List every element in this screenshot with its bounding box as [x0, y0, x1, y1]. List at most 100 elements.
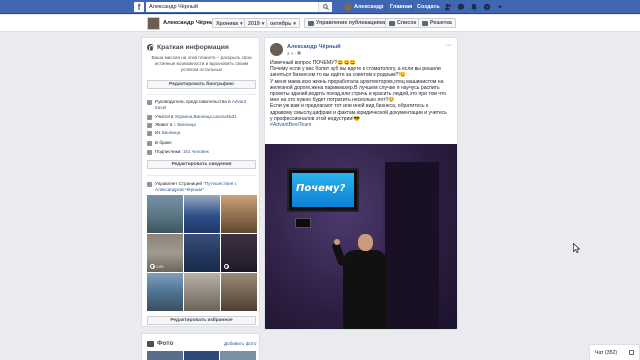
photo-thumb[interactable]: [147, 351, 183, 360]
tv-display: Почему?: [292, 173, 354, 207]
chat-settings-icon[interactable]: [629, 350, 634, 355]
featured-photo[interactable]: [147, 195, 183, 233]
list-icon: [389, 20, 395, 26]
photos-card: Фото Добавить фото: [141, 333, 260, 360]
location-icon: [147, 130, 152, 136]
grid-view-button[interactable]: Решетка: [418, 18, 456, 28]
photo-plaque: [295, 218, 311, 228]
profile-name[interactable]: Александр Чёрный: [163, 20, 219, 26]
post-time-text: 2 ч ·: [287, 51, 297, 56]
photo-hand: [334, 239, 340, 245]
post-timestamp[interactable]: 2 ч ·: [287, 51, 302, 56]
photo-thumb[interactable]: [220, 351, 257, 360]
info-education-link[interactable]: Украина,Винница,школа№31: [175, 114, 237, 119]
grid-icon: [422, 20, 428, 26]
manage-posts-button[interactable]: Управление публикациями: [304, 18, 392, 28]
info-lives: Живет в г. Винница: [147, 122, 257, 128]
separator: [412, 3, 413, 11]
featured-photo[interactable]: [184, 234, 220, 272]
month-dropdown[interactable]: октябрь: [266, 18, 300, 28]
featured-photo[interactable]: [221, 195, 257, 233]
featured-video[interactable]: 1:09: [147, 234, 183, 272]
photo-tv-screen: Почему?: [287, 168, 359, 212]
create-link[interactable]: Создать: [417, 4, 440, 10]
photo-person: [343, 250, 387, 329]
home-icon: [147, 122, 152, 128]
post-text: Извечный вопрос ПОЧЕМУ?😃😃😃 Почему если у…: [270, 60, 455, 128]
info-relationship-text: В браке: [155, 140, 172, 145]
info-followers: Подписчики: 161 человек: [147, 149, 257, 155]
info-from-link[interactable]: Винница: [162, 130, 180, 135]
info-education: Учится в Украина,Винница,школа№31: [147, 114, 257, 120]
manages-text: Управляет Страницей: [155, 181, 204, 186]
friends-icon[interactable]: [444, 3, 452, 11]
edit-bio-button[interactable]: Редактировать биографию: [147, 80, 256, 89]
profile-name: Александр: [354, 4, 384, 10]
post-card: Александр Чёрный 2 ч · ··· Извечный вопр…: [264, 37, 458, 330]
search-button[interactable]: [318, 2, 332, 12]
year-dropdown[interactable]: 2019: [244, 18, 269, 28]
info-work: Руководитель представительства в Advant …: [147, 99, 257, 110]
profile-link[interactable]: Александр: [344, 2, 384, 12]
globe-icon: [147, 44, 154, 52]
featured-photo[interactable]: [147, 273, 183, 311]
info-from: Из Винница: [147, 130, 257, 136]
intro-title-text: Краткая информация: [157, 44, 229, 51]
edit-featured-button[interactable]: Редактировать избранное: [147, 316, 256, 325]
featured-photo[interactable]: [184, 195, 220, 233]
divider: [147, 175, 256, 176]
play-icon: [224, 264, 229, 269]
timeline-navigation: Александр Чёрный Хроника 2019 октябрь Уп…: [0, 15, 640, 32]
edit-details-button[interactable]: Редактировать сведения: [147, 160, 256, 169]
education-icon: [147, 114, 152, 120]
grid-view-label: Решетка: [430, 20, 452, 26]
info-work-text: Руководитель представительства в: [155, 99, 232, 104]
list-view-label: Список: [397, 20, 417, 26]
add-photo-link[interactable]: Добавить фото: [224, 341, 256, 346]
photo-person-head: [358, 234, 373, 251]
photos-title[interactable]: Фото: [147, 340, 173, 347]
facebook-logo[interactable]: f: [134, 2, 144, 12]
search-value: Александр Чёрный: [149, 4, 198, 10]
info-manages-page: Управляет Страницей "Путешествия с Алекс…: [147, 181, 257, 192]
list-view-button[interactable]: Список: [385, 18, 421, 28]
hashtag-link[interactable]: #AdvantBestTeam: [270, 122, 455, 128]
featured-photos-grid: 1:09: [147, 195, 258, 313]
heart-icon: [147, 140, 152, 146]
briefcase-icon: [147, 99, 152, 105]
search-icon: [323, 4, 329, 10]
help-icon[interactable]: ?: [483, 3, 491, 11]
home-link[interactable]: Главная: [390, 4, 412, 10]
photo-thumb[interactable]: [183, 351, 220, 360]
featured-photo[interactable]: [184, 273, 220, 311]
avatar[interactable]: [270, 43, 283, 56]
avatar[interactable]: [147, 17, 160, 30]
search-input[interactable]: Александр Чёрный: [146, 2, 332, 12]
info-relationship: В браке: [147, 140, 257, 146]
divider: [147, 94, 256, 95]
messenger-icon[interactable]: [457, 3, 465, 11]
notifications-icon[interactable]: [470, 3, 478, 11]
post-author[interactable]: Александр Чёрный: [287, 44, 341, 50]
mission-text: Ваша миссия на этой планете – раскрыть с…: [151, 55, 252, 72]
post-photo[interactable]: Почему?: [265, 144, 457, 329]
photo-doorframe: [383, 162, 439, 329]
featured-video[interactable]: [221, 234, 257, 272]
info-lives-link[interactable]: г. Винница: [174, 122, 196, 127]
separator: [385, 3, 386, 11]
info-followers-text: Подписчики:: [155, 149, 183, 154]
more-options-button[interactable]: ···: [446, 42, 452, 49]
post-line: Если уж вам и предлагают тот или иной ви…: [270, 103, 429, 110]
chat-bar[interactable]: Чат (352): [589, 344, 640, 360]
public-icon: [297, 51, 302, 55]
chronicle-dropdown[interactable]: Хроника: [212, 18, 247, 28]
info-followers-link[interactable]: 161 человек: [183, 149, 209, 154]
info-lives-text: Живет в: [155, 122, 174, 127]
dropdown-icon[interactable]: [496, 3, 504, 11]
photos-title-text: Фото: [157, 340, 174, 347]
photo-icon: [147, 340, 154, 347]
post-line: здравому смыслу,цифрам и фактам,юридичес…: [270, 109, 447, 116]
intro-card: Краткая информация Ваша миссия на этой п…: [141, 37, 260, 327]
intro-title: Краткая информация: [147, 44, 229, 52]
featured-photo[interactable]: [221, 273, 257, 311]
